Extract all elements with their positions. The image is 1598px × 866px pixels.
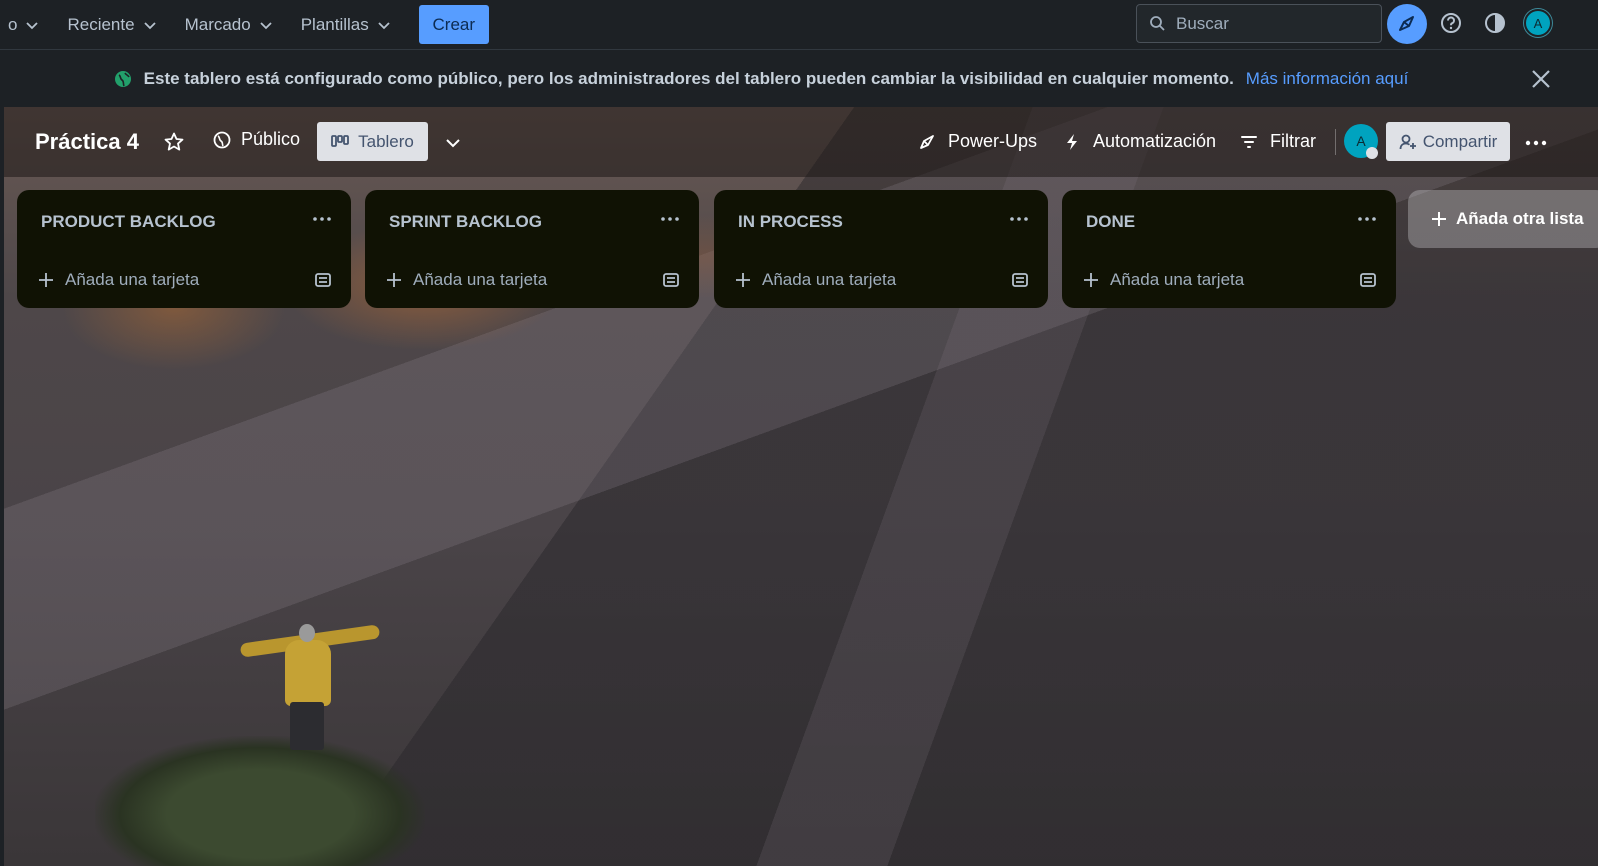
more-options-icon[interactable] — [657, 210, 683, 228]
nav-templates-dropdown[interactable]: Plantillas — [287, 5, 405, 45]
chevron-down-icon — [26, 21, 39, 29]
nav-item-label: Marcado — [184, 14, 251, 34]
plus-icon — [387, 273, 401, 287]
admin-badge-icon — [1366, 147, 1378, 159]
nav-menu: o Reciente Marcado Plantillas Crear — [0, 0, 489, 49]
filter-icon — [1241, 135, 1257, 148]
help-icon — [1441, 13, 1461, 33]
chevron-down-icon — [143, 21, 156, 29]
add-list-label: Añada otra lista — [1456, 209, 1584, 228]
filter-button[interactable]: Filtrar — [1240, 131, 1316, 152]
more-options-icon[interactable] — [1006, 210, 1032, 228]
plus-icon — [1084, 273, 1098, 287]
rocket-icon — [920, 134, 934, 149]
globe-icon — [213, 131, 231, 148]
add-list-button[interactable]: Añada otra lista — [1408, 190, 1598, 248]
add-card-button[interactable]: Añada una tarjeta — [734, 270, 896, 290]
board-header: Práctica 4 Público Tablero Power-Ups Aut… — [4, 107, 1598, 177]
add-card-label: Añada una tarjeta — [65, 270, 200, 289]
add-card-label: Añada una tarjeta — [413, 270, 548, 289]
board-title[interactable]: Práctica 4 — [35, 129, 139, 155]
add-card-label: Añada una tarjeta — [762, 270, 897, 289]
banner-content: Este tablero está configurado como públi… — [114, 69, 1409, 89]
list-title[interactable]: IN PROCESS — [738, 212, 843, 232]
globe-icon — [114, 71, 131, 87]
plus-icon — [736, 273, 750, 287]
board-view-label: Tablero — [358, 131, 414, 151]
close-icon[interactable] — [1530, 68, 1552, 90]
list-in-process: IN PROCESS Añada una tarjeta — [714, 190, 1048, 308]
top-navigation: o Reciente Marcado Plantillas Crear A — [0, 0, 1598, 50]
list-product-backlog: PRODUCT BACKLOG Añada una tarjeta — [17, 190, 351, 308]
list-title[interactable]: SPRINT BACKLOG — [389, 212, 542, 232]
nav-item-label: Plantillas — [300, 14, 369, 34]
list-title[interactable]: DONE — [1086, 212, 1135, 232]
lightning-icon — [1067, 133, 1077, 150]
visibility-button[interactable]: Público — [213, 129, 300, 150]
card-template-icon[interactable] — [661, 270, 681, 290]
header-divider — [1335, 129, 1336, 155]
add-card-label: Añada una tarjeta — [1110, 270, 1245, 289]
list-sprint-backlog: SPRINT BACKLOG Añada una tarjeta — [365, 190, 699, 308]
background-person — [285, 640, 331, 706]
help-button[interactable] — [1438, 10, 1464, 36]
plus-icon — [39, 273, 53, 287]
chevron-down-icon — [260, 21, 272, 29]
share-button[interactable]: Compartir — [1386, 122, 1510, 161]
search-box[interactable] — [1136, 4, 1382, 43]
megaphone-icon — [1399, 16, 1414, 31]
background-person-legs — [290, 702, 324, 750]
contrast-icon — [1485, 13, 1505, 33]
add-card-button[interactable]: Añada una tarjeta — [37, 270, 199, 290]
card-template-icon[interactable] — [313, 270, 333, 290]
visibility-label: Público — [241, 129, 301, 149]
list-done: DONE Añada una tarjeta — [1062, 190, 1396, 308]
account-avatar[interactable]: A — [1524, 9, 1552, 37]
board-icon — [331, 134, 350, 147]
more-options-icon[interactable] — [1524, 131, 1548, 155]
search-icon — [1150, 16, 1165, 31]
more-info-link[interactable]: Más información aquí — [1246, 69, 1409, 89]
create-button[interactable]: Crear — [418, 5, 489, 44]
chevron-down-icon — [378, 21, 390, 29]
chevron-down-icon[interactable] — [444, 134, 462, 152]
automation-button[interactable]: Automatización — [1063, 131, 1216, 152]
power-ups-button[interactable]: Power-Ups — [918, 131, 1037, 152]
automation-label: Automatización — [1093, 131, 1217, 151]
nav-starred-dropdown[interactable]: Marcado — [171, 5, 287, 45]
background-person-head — [299, 624, 315, 642]
background-bush — [95, 736, 425, 866]
add-card-button[interactable]: Añada una tarjeta — [1082, 270, 1244, 290]
list-title[interactable]: PRODUCT BACKLOG — [41, 212, 216, 232]
plus-icon — [1432, 212, 1446, 226]
public-board-banner: Este tablero está configurado como públi… — [4, 51, 1598, 107]
search-input[interactable] — [1176, 13, 1366, 34]
nav-recent-dropdown[interactable]: Reciente — [53, 5, 170, 45]
star-icon[interactable] — [163, 131, 185, 153]
more-options-icon[interactable] — [309, 210, 335, 228]
theme-toggle-button[interactable] — [1482, 10, 1508, 36]
filter-label: Filtrar — [1270, 131, 1316, 151]
card-template-icon[interactable] — [1358, 270, 1378, 290]
card-template-icon[interactable] — [1010, 270, 1030, 290]
add-person-icon — [1399, 134, 1416, 149]
more-options-icon[interactable] — [1354, 210, 1380, 228]
add-card-button[interactable]: Añada una tarjeta — [385, 270, 547, 290]
power-ups-label: Power-Ups — [948, 131, 1038, 151]
notifications-button[interactable] — [1387, 4, 1427, 44]
board-view-button[interactable]: Tablero — [317, 122, 428, 161]
banner-message: Este tablero está configurado como públi… — [143, 69, 1234, 88]
nav-item-label: Reciente — [67, 14, 135, 34]
nav-workspaces-dropdown[interactable]: o — [0, 5, 53, 45]
share-label: Compartir — [1422, 131, 1498, 151]
nav-item-label: o — [8, 14, 18, 34]
